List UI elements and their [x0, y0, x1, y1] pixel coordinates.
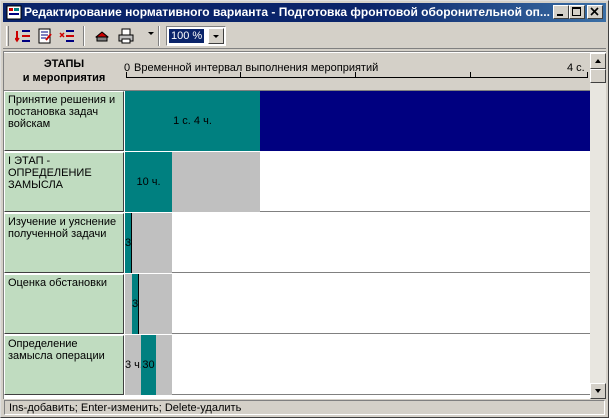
status-text: Ins-добавить; Enter-изменить; Delete-уда…: [4, 400, 605, 415]
vertical-scrollbar[interactable]: [590, 53, 606, 399]
scroll-up-button[interactable]: [590, 53, 606, 69]
ruler-zero-label: 0: [124, 62, 131, 74]
stage-row[interactable]: Изучение и уяснение полученной задачи 3: [4, 213, 590, 274]
stage-timeline[interactable]: 3: [125, 213, 590, 273]
insert-stage-icon: [15, 30, 30, 43]
zoom-dropdown-button[interactable]: [208, 28, 224, 44]
insert-stage-button[interactable]: [12, 26, 34, 46]
scroll-thumb[interactable]: [590, 69, 606, 83]
stage-row[interactable]: Оценка обстановки 3: [4, 274, 590, 335]
ruler-tick: [240, 72, 241, 77]
edit-doc-icon: [38, 28, 52, 44]
minimize-icon: [557, 14, 563, 16]
print-dropdown-arrow-icon[interactable]: [148, 32, 154, 35]
close-button[interactable]: [587, 5, 603, 19]
ruler-tick: [355, 72, 356, 77]
span-background: [125, 213, 172, 273]
ruler-tick: [126, 72, 127, 77]
stages-header-title: ЭТАПЫ: [43, 58, 85, 70]
print-button[interactable]: [115, 26, 137, 46]
app-icon: [6, 5, 22, 20]
stage-label[interactable]: I ЭТАП - ОПРЕДЕЛЕНИЕ ЗАМЫСЛА: [4, 152, 124, 212]
duration-bar[interactable]: 3: [125, 213, 132, 273]
stage-label[interactable]: Принятие решения и постановка задач войс…: [4, 91, 124, 151]
ruler-tick: [470, 72, 471, 77]
toolbar-separator: [83, 26, 85, 46]
duration-bar[interactable]: 10 ч.: [125, 152, 172, 212]
toolbar-grip[interactable]: [6, 26, 9, 46]
duration-bar[interactable]: 3: [132, 274, 139, 334]
toolbar: 100 %: [3, 23, 606, 49]
app-window: Редактирование нормативного варианта - П…: [0, 0, 609, 418]
delete-stage-icon: [59, 30, 74, 42]
stage-timeline[interactable]: 3: [125, 274, 590, 334]
stage-row[interactable]: Определение замысла операции 3 ч. 30: [4, 335, 590, 396]
stage-row[interactable]: I ЭТАП - ОПРЕДЕЛЕНИЕ ЗАМЫСЛА 10 ч.: [4, 152, 590, 213]
maximize-button[interactable]: [569, 5, 585, 19]
stage-timeline[interactable]: 1 с. 4 ч.: [125, 91, 590, 151]
print-preview-button[interactable]: [91, 26, 113, 46]
zoom-select[interactable]: 100 %: [166, 26, 226, 46]
ruler-title: Временной интервал выполнения мероприяти…: [134, 62, 379, 74]
delete-stage-button[interactable]: [56, 26, 78, 46]
edit-doc-button[interactable]: [34, 26, 56, 46]
duration-bar[interactable]: 30: [141, 335, 156, 395]
title-bar[interactable]: Редактирование нормативного варианта - П…: [3, 3, 606, 22]
close-icon: [590, 7, 599, 16]
stage-label[interactable]: Определение замысла операции: [4, 335, 124, 395]
stage-label[interactable]: Оценка обстановки: [4, 274, 124, 334]
scroll-down-button[interactable]: [590, 383, 606, 399]
status-bar: Ins-добавить; Enter-изменить; Delete-уда…: [3, 400, 606, 416]
print-icon: [118, 28, 134, 44]
toolbar-separator: [158, 26, 160, 46]
minimize-button[interactable]: [553, 5, 569, 19]
ruler-tick: [587, 72, 588, 77]
ruler-line: [126, 77, 588, 78]
stages-header-subtitle: и мероприятия: [22, 72, 106, 84]
timeline-ruler: 0 Временной интервал выполнения мероприя…: [124, 53, 590, 91]
stage-timeline[interactable]: 3 ч. 30: [125, 335, 590, 395]
stage-timeline[interactable]: 10 ч.: [125, 152, 590, 212]
duration-bar[interactable]: 1 с. 4 ч.: [125, 91, 260, 151]
zoom-value: 100 %: [169, 29, 205, 43]
stage-label[interactable]: Изучение и уяснение полученной задачи: [4, 213, 124, 273]
stages-header: ЭТАПЫ и мероприятия: [4, 53, 124, 91]
ruler-end-label: 4 с.: [567, 62, 585, 74]
maximize-icon: [572, 7, 581, 16]
stage-row[interactable]: Принятие решения и постановка задач войс…: [4, 91, 590, 152]
print-preview-icon: [95, 31, 109, 42]
window-title: Редактирование нормативного варианта - П…: [24, 5, 550, 19]
